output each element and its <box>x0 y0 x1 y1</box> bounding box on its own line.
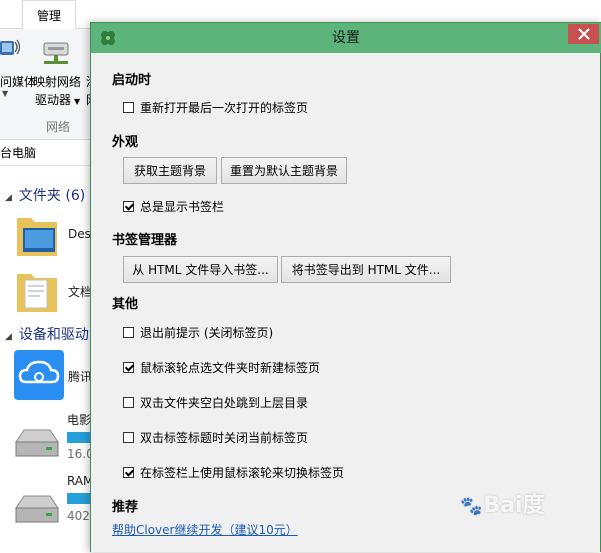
paw-icon: 🐾 <box>460 496 483 517</box>
section-heading-appearance: 外观 <box>112 135 139 150</box>
dialog-titlebar[interactable]: 设置 <box>91 23 601 53</box>
desktop-folder-icon[interactable] <box>15 210 59 260</box>
section-heading-bookmark-manager: 书签管理器 <box>112 233 178 248</box>
drive-free-space: 402 <box>67 509 90 523</box>
close-icon <box>577 28 590 40</box>
dialog-title: 设置 <box>332 30 360 46</box>
hard-drive-icon[interactable] <box>12 486 62 532</box>
section-heading-other: 其他 <box>112 297 139 312</box>
collapse-arrow-icon[interactable]: ◢ <box>5 193 12 203</box>
reset-theme-button[interactable]: 重置为默认主题背景 <box>221 157 347 184</box>
checkbox-middle-click-new-tab[interactable]: 鼠标滚轮点选文件夹时新建标签页 <box>123 358 320 376</box>
checkbox[interactable] <box>123 200 134 212</box>
checkbox[interactable] <box>123 396 134 408</box>
checkbox[interactable] <box>123 431 134 443</box>
media-access-button[interactable]: 问媒体 <box>0 73 36 90</box>
folder-item[interactable]: 文档 <box>68 283 92 300</box>
devices-group-header[interactable]: ◢ 设备和驱动 <box>5 324 89 344</box>
checkbox-label: 鼠标滚轮点选文件夹时新建标签页 <box>140 360 321 375</box>
device-item[interactable]: 电影 <box>67 411 91 428</box>
settings-content: 启动时 重新打开最后一次打开的标签页 外观 获取主题背景 重置为默认主题背景 总… <box>91 53 601 553</box>
checkbox[interactable] <box>123 361 134 373</box>
media-server-icon[interactable] <box>0 37 20 59</box>
checkbox-label: 双击标签标题时关闭当前标签页 <box>140 430 309 445</box>
support-clover-link[interactable]: 帮助Clover继续开发（建议10元） <box>112 521 298 538</box>
settings-dialog: 设置 启动时 重新打开最后一次打开的标签页 外观 获取主题背景 重置为默认主题背… <box>90 22 601 552</box>
hard-drive-icon[interactable] <box>12 420 62 466</box>
close-button[interactable] <box>568 24 599 44</box>
checkbox-label: 退出前提示 (关闭标签页) <box>140 325 274 340</box>
import-bookmarks-button[interactable]: 从 HTML 文件导入书签... <box>123 256 278 283</box>
ribbon-group-label: 网络 <box>46 120 71 134</box>
checkbox-confirm-before-exit[interactable]: 退出前提示 (关闭标签页) <box>123 323 273 341</box>
section-heading-recommend: 推荐 <box>112 500 139 515</box>
checkbox-reopen-last-tabs[interactable]: 重新打开最后一次打开的标签页 <box>123 98 308 116</box>
checkbox[interactable] <box>123 326 134 338</box>
checkbox-label: 在标签栏上使用鼠标滚轮来切换标签页 <box>140 465 345 480</box>
collapse-arrow-icon[interactable]: ◢ <box>5 332 12 342</box>
checkbox-label: 双击文件夹空白处跳到上层目录 <box>140 395 309 410</box>
checkbox-always-show-bookmarks-bar[interactable]: 总是显示书签栏 <box>123 197 224 215</box>
checkbox[interactable] <box>123 101 134 113</box>
section-heading-startup: 启动时 <box>112 73 152 88</box>
address-bar[interactable]: 台电脑 <box>0 141 100 166</box>
chevron-down-icon[interactable]: ▼ <box>2 89 8 98</box>
checkbox-label: 重新打开最后一次打开的标签页 <box>140 100 309 115</box>
baidu-watermark: 🐾Bai度 <box>460 493 545 518</box>
get-theme-button[interactable]: 获取主题背景 <box>123 157 217 184</box>
chevron-down-icon[interactable]: ▼ <box>74 97 80 106</box>
checkbox-wheel-switch-tabs[interactable]: 在标签栏上使用鼠标滚轮来切换标签页 <box>123 463 344 481</box>
export-bookmarks-button[interactable]: 将书签导出到 HTML 文件... <box>281 256 451 283</box>
map-network-drive-label[interactable]: 驱动器 ▼ <box>35 91 80 108</box>
tab-manage[interactable]: 管理 <box>22 0 76 30</box>
folder-item[interactable]: Des <box>68 227 91 241</box>
checkbox-double-click-parent[interactable]: 双击文件夹空白处跳到上层目录 <box>123 393 308 411</box>
drive-usage-fill <box>67 493 91 504</box>
checkbox-label: 总是显示书签栏 <box>140 199 225 214</box>
checkbox[interactable] <box>123 466 134 478</box>
map-network-drive-button[interactable]: 映射网络 <box>33 73 81 90</box>
checkbox-double-click-close-tab[interactable]: 双击标签标题时关闭当前标签页 <box>123 428 308 446</box>
map-network-drive-icon[interactable] <box>40 39 74 67</box>
documents-folder-icon[interactable] <box>15 266 59 316</box>
drive-usage-fill <box>67 432 91 443</box>
folders-group-header[interactable]: ◢ 文件夹 (6) <box>5 185 85 205</box>
device-item[interactable]: 腾讯 <box>68 368 92 385</box>
tencent-cloud-icon[interactable] <box>14 350 64 400</box>
